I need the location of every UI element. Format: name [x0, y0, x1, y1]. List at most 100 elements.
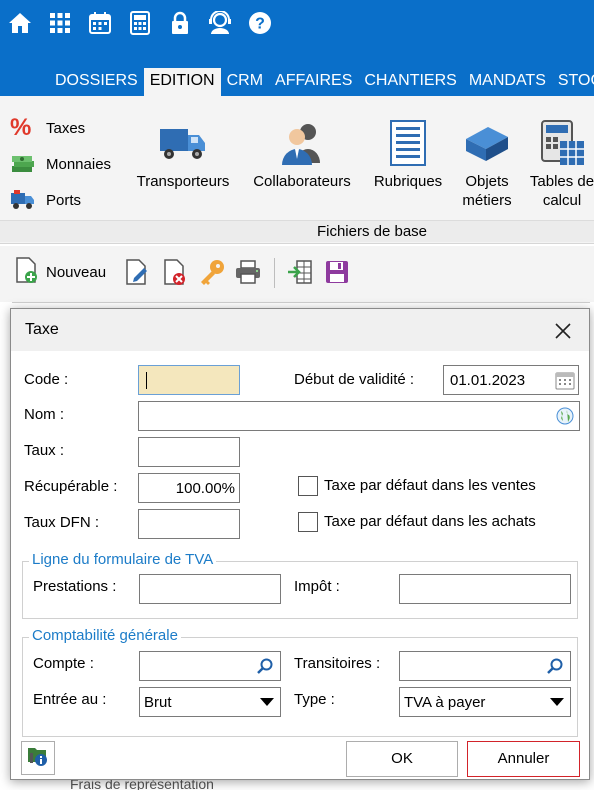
help-icon[interactable]: ?	[240, 0, 280, 46]
services-label: Prestations :	[33, 578, 117, 595]
default-purchases-checkbox[interactable]	[298, 512, 318, 532]
transitory-label: Transitoires :	[294, 655, 381, 672]
type-select[interactable]: TVA à payer	[399, 687, 571, 717]
cube-icon	[452, 114, 522, 172]
user-support-icon[interactable]	[200, 0, 240, 46]
ribbon-item-taxes[interactable]: % Taxes	[10, 110, 111, 146]
calc-table-icon	[524, 114, 594, 172]
new-button[interactable]: Nouveau	[14, 256, 107, 289]
tab-crm[interactable]: CRM	[221, 68, 269, 96]
chevron-down-icon	[550, 698, 564, 706]
ribbon-item-label: Monnaies	[46, 155, 112, 173]
calendar-icon[interactable]	[80, 0, 120, 46]
name-field[interactable]	[138, 401, 580, 431]
validity-date-value: 01.01.2023	[450, 372, 526, 389]
type-label: Type :	[294, 691, 335, 708]
list-document-icon	[368, 114, 448, 172]
tax-field[interactable]	[399, 574, 571, 604]
lock-icon[interactable]	[160, 0, 200, 46]
tab-edition[interactable]: EDITION	[143, 68, 221, 96]
ribbon-button-collaborateurs[interactable]: Collaborateurs	[248, 114, 356, 191]
ribbon-button-transporteurs[interactable]: Transporteurs	[133, 114, 233, 191]
ribbon-button-rubriques[interactable]: Rubriques	[368, 114, 448, 191]
percent-icon: %	[10, 114, 32, 141]
ribbon-button-label: Rubriques	[373, 173, 443, 190]
home-icon[interactable]	[0, 0, 40, 46]
tax-label: Impôt :	[294, 578, 340, 595]
tax-dialog: Taxe Code : Début de validité : 01.01.20…	[10, 308, 590, 780]
svg-text:?: ?	[255, 16, 265, 33]
money-stack-icon	[10, 152, 38, 176]
dialog-titlebar: Taxe	[11, 309, 589, 351]
code-field[interactable]	[138, 365, 240, 395]
validity-label: Début de validité :	[294, 371, 415, 388]
toolbar-separator	[274, 258, 275, 288]
cancel-button[interactable]: Annuler	[467, 741, 580, 777]
new-button-label: Nouveau	[46, 263, 107, 281]
ribbon-item-label: Ports	[46, 191, 82, 209]
print-icon[interactable]	[234, 258, 262, 286]
account-label: Compte :	[33, 655, 94, 672]
name-label: Nom :	[24, 406, 65, 423]
new-document-icon	[14, 256, 40, 289]
tab-dossiers[interactable]: DOSSIERS	[0, 68, 144, 96]
account-field[interactable]	[139, 651, 281, 681]
default-purchases-label: Taxe par défaut dans les achats	[324, 513, 536, 530]
delivery-truck-icon	[10, 188, 38, 212]
ribbon-button-objets-metiers[interactable]: Objets métiers	[452, 114, 522, 210]
calendar-icon[interactable]	[555, 370, 575, 394]
accounting-group: Comptabilité générale Compte : Transitoi…	[22, 627, 578, 737]
rate-field[interactable]	[138, 437, 240, 467]
search-icon[interactable]	[546, 657, 564, 679]
ribbon-button-tables-de-calcul[interactable]: Tables de calcul	[524, 114, 594, 210]
rate-label: Taux :	[24, 442, 65, 459]
toolbar: Nouveau	[0, 246, 594, 302]
dfn-field[interactable]	[138, 509, 240, 539]
key-icon[interactable]	[198, 258, 226, 286]
ribbon: % Taxes Monnaies Ports Transporteurs Col…	[0, 96, 594, 244]
default-sales-checkbox[interactable]	[298, 476, 318, 496]
menu-tabs: DOSSIERS EDITION CRM AFFAIRES CHANTIERS …	[0, 68, 594, 96]
services-field[interactable]	[139, 574, 281, 604]
entry-label: Entrée au :	[33, 691, 107, 708]
app-header: ? DOSSIERS EDITION CRM AFFAIRES CHANTIER…	[0, 0, 594, 96]
truck-icon	[133, 114, 233, 172]
type-value: TVA à payer	[404, 694, 486, 711]
info-button[interactable]	[21, 741, 55, 775]
search-icon[interactable]	[256, 657, 274, 679]
chevron-down-icon	[260, 698, 274, 706]
globe-icon[interactable]	[556, 407, 574, 429]
ok-button[interactable]: OK	[346, 741, 458, 777]
vat-form-group: Ligne du formulaire de TVA Prestations :…	[22, 551, 578, 619]
accounting-group-title: Comptabilité générale	[29, 627, 181, 644]
tab-chantiers[interactable]: CHANTIERS	[358, 68, 462, 96]
validity-date-field[interactable]: 01.01.2023	[443, 365, 579, 395]
ribbon-item-ports[interactable]: Ports	[10, 182, 111, 218]
delete-document-icon[interactable]	[162, 258, 188, 286]
ribbon-button-label: Tables de calcul	[529, 173, 594, 209]
tab-affaires[interactable]: AFFAIRES	[269, 68, 358, 96]
save-icon[interactable]	[324, 258, 350, 286]
ribbon-group-label: Fichiers de base	[0, 220, 594, 242]
close-icon[interactable]	[551, 319, 575, 343]
people-icon	[248, 114, 356, 172]
ribbon-item-monnaies[interactable]: Monnaies	[10, 146, 111, 182]
entry-value: Brut	[144, 694, 172, 711]
recoverable-field[interactable]: 100.00%	[138, 473, 240, 503]
ribbon-button-label: Transporteurs	[136, 173, 230, 190]
ribbon-small-items: % Taxes Monnaies Ports	[10, 110, 111, 218]
transitory-field[interactable]	[399, 651, 571, 681]
ribbon-item-label: Taxes	[46, 119, 86, 137]
quick-icons: ?	[0, 0, 280, 46]
info-folder-icon	[26, 744, 50, 773]
tab-mandats[interactable]: MANDATS	[463, 68, 552, 96]
edit-icon[interactable]	[124, 258, 150, 286]
import-icon[interactable]	[286, 258, 314, 286]
entry-select[interactable]: Brut	[139, 687, 281, 717]
calculator-icon[interactable]	[120, 0, 160, 46]
apps-grid-icon[interactable]	[40, 0, 80, 46]
dfn-label: Taux DFN :	[24, 514, 100, 531]
code-label: Code :	[24, 371, 69, 388]
dialog-body: Code : Début de validité : 01.01.2023 No…	[11, 351, 589, 779]
tab-stock[interactable]: STOCK	[552, 68, 594, 96]
